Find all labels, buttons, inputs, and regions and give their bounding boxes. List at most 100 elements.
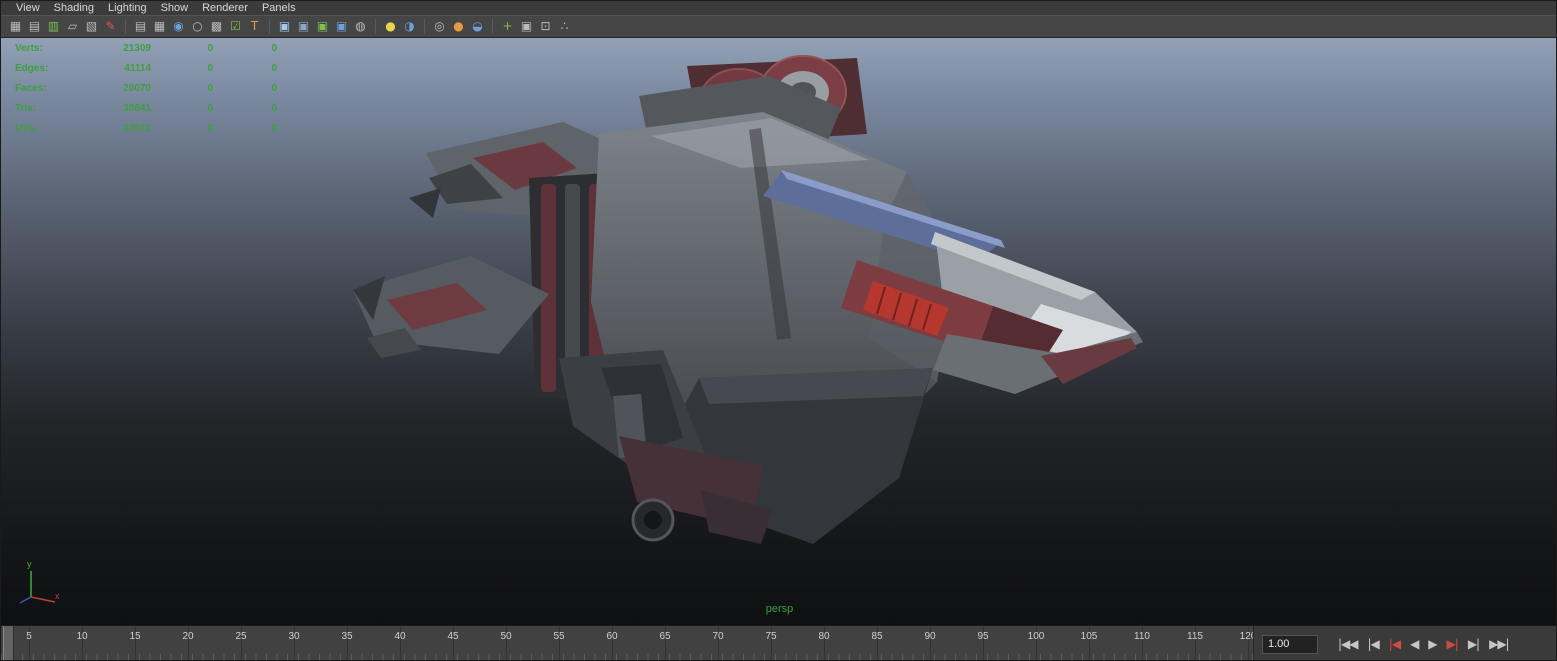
axis-x-label: x: [55, 591, 60, 601]
film-strip-icon[interactable]: ▤: [132, 18, 149, 35]
go-to-start-button[interactable]: |◀◀: [1334, 637, 1362, 651]
playback-controls: |◀◀ |◀ |◀ ◀ ▶ ▶| ▶| ▶▶|: [1254, 626, 1556, 660]
timeline-tick-label: 15: [129, 631, 141, 642]
step-back-frame-button[interactable]: |◀: [1364, 637, 1383, 651]
hud-value: 0: [207, 123, 213, 134]
page-edit-icon[interactable]: ▱: [64, 18, 81, 35]
timeline-tick-label: 90: [924, 631, 936, 642]
hud-value: 0: [271, 43, 277, 54]
panel-menu-bar: View Shading Lighting Show Renderer Pane…: [1, 1, 1556, 15]
specular-sphere-icon[interactable]: ◎: [431, 18, 448, 35]
hud-label: UVs:: [15, 123, 38, 134]
hud-value: 0: [271, 63, 277, 74]
hud-label: Verts:: [15, 43, 43, 54]
timeline-tick-label: 95: [977, 631, 989, 642]
hud-value: 0: [207, 63, 213, 74]
camera-icon[interactable]: ▦: [7, 18, 24, 35]
hud-value: 41114: [124, 63, 151, 74]
menu-shading[interactable]: Shading: [47, 1, 101, 15]
timeline-tick-label: 120: [1239, 631, 1253, 642]
toolbar-separator: [424, 19, 425, 34]
current-frame-field[interactable]: [1262, 634, 1318, 654]
wireframe-sphere-icon[interactable]: ○: [189, 18, 206, 35]
playback-buttons: |◀◀ |◀ |◀ ◀ ▶ ▶| ▶| ▶▶|: [1334, 637, 1513, 651]
checkbox-icon[interactable]: ☑: [227, 18, 244, 35]
timeline-tick-label: 10: [76, 631, 88, 642]
cube2-icon[interactable]: ▣: [518, 18, 535, 35]
spaceship[interactable]: [353, 55, 1143, 544]
poly-count-hud: Verts: 21309 0 0 Edges: 41114 0 0 Faces: 20070 0…: [15, 43, 277, 143]
timeline-tick-label: 65: [659, 631, 671, 642]
menu-renderer[interactable]: Renderer: [195, 1, 255, 15]
hud-row-verts: Verts: 21309 0 0: [15, 43, 277, 63]
time-slider[interactable]: 5 10 15 20 25 30 35 40 45 50 55 60 65 70…: [1, 626, 1254, 660]
hud-row-tris: Tris: 38641 0 0: [15, 103, 277, 123]
marker-icon[interactable]: ▧: [83, 18, 100, 35]
hud-label: Edges:: [15, 63, 49, 74]
hud-value: 0: [271, 83, 277, 94]
go-to-end-button[interactable]: ▶▶|: [1485, 637, 1513, 651]
snap-grid-icon[interactable]: +: [499, 18, 516, 35]
step-forward-frame-button[interactable]: ▶|: [1464, 637, 1483, 651]
timeline-tick-label: 75: [765, 631, 777, 642]
step-forward-key-button[interactable]: ▶|: [1443, 637, 1462, 651]
toolbar-separator: [492, 19, 493, 34]
hud-row-edges: Edges: 41114 0 0: [15, 63, 277, 83]
film-gate-icon[interactable]: ▤: [26, 18, 43, 35]
hud-row-uvs: UVs: 37012 0 0: [15, 123, 277, 143]
toolbar-separator: [125, 19, 126, 34]
grid-icon[interactable]: ▦: [151, 18, 168, 35]
time-slider-bar: 5 10 15 20 25 30 35 40 45 50 55 60 65 70…: [1, 625, 1556, 660]
timeline-tick-label: 20: [182, 631, 194, 642]
timeline-tick-label: 60: [606, 631, 618, 642]
current-frame-indicator[interactable]: [3, 626, 14, 660]
timeline-tick-label: 35: [341, 631, 353, 642]
isolate-select-icon[interactable]: ▣: [314, 18, 331, 35]
timeline-tick-label: 80: [818, 631, 830, 642]
panel-toolbar: ▦ ▤ ▥ ▱ ▧ ✎ ▤ ▦ ◉ ○ ▩ ☑ T ▣ ▣ ▣ ▣ ◍ ● ◑ …: [1, 15, 1556, 38]
hud-value: 0: [207, 83, 213, 94]
timeline-tick-label: 30: [288, 631, 300, 642]
timeline-tick-label: 50: [500, 631, 512, 642]
hud-value: 0: [271, 103, 277, 114]
orange-sphere-icon[interactable]: ●: [450, 18, 467, 35]
toolbar-separator: [375, 19, 376, 34]
hud-value: 0: [207, 43, 213, 54]
shaded-cube-icon[interactable]: ▣: [333, 18, 350, 35]
timeline-tick-label: 25: [235, 631, 247, 642]
timeline-tick-label: 5: [26, 631, 32, 642]
texture-icon[interactable]: T: [246, 18, 263, 35]
play-backwards-button[interactable]: ◀: [1406, 637, 1422, 651]
maya-viewport-panel: View Shading Lighting Show Renderer Pane…: [0, 0, 1557, 661]
visor-icon[interactable]: ◒: [469, 18, 486, 35]
gradient-sphere-icon[interactable]: ◑: [401, 18, 418, 35]
timeline-tick-label: 45: [447, 631, 459, 642]
timeline-tick-label: 115: [1187, 631, 1203, 642]
checker-icon[interactable]: ▩: [208, 18, 225, 35]
axis-y-label: y: [27, 559, 32, 569]
menu-show[interactable]: Show: [154, 1, 196, 15]
framed-cube-icon[interactable]: ⊡: [537, 18, 554, 35]
cube-icon[interactable]: ▣: [276, 18, 293, 35]
menu-lighting[interactable]: Lighting: [101, 1, 154, 15]
grease-pencil-icon[interactable]: ✎: [102, 18, 119, 35]
chart-icon[interactable]: ▥: [45, 18, 62, 35]
hud-value: 38641: [123, 103, 151, 114]
checker-sphere-icon[interactable]: ◍: [352, 18, 369, 35]
panel-cube-icon[interactable]: ▣: [295, 18, 312, 35]
hud-value: 0: [207, 103, 213, 114]
menu-panels[interactable]: Panels: [255, 1, 303, 15]
shaded-sphere-icon[interactable]: ◉: [170, 18, 187, 35]
hud-value: 0: [271, 123, 277, 134]
yellow-sphere-icon[interactable]: ●: [382, 18, 399, 35]
menu-view[interactable]: View: [9, 1, 47, 15]
play-forwards-button[interactable]: ▶: [1424, 637, 1440, 651]
hud-value: 21309: [123, 43, 151, 54]
timeline-tick-label: 55: [553, 631, 565, 642]
3d-viewport[interactable]: Verts: 21309 0 0 Edges: 41114 0 0 Faces: 20070 0…: [1, 38, 1556, 625]
toolbar-separator: [269, 19, 270, 34]
hud-row-faces: Faces: 20070 0 0: [15, 83, 277, 103]
step-back-key-button[interactable]: |◀: [1385, 637, 1404, 651]
share-nodes-icon[interactable]: ∴: [556, 18, 573, 35]
hud-label: Faces:: [15, 83, 47, 94]
